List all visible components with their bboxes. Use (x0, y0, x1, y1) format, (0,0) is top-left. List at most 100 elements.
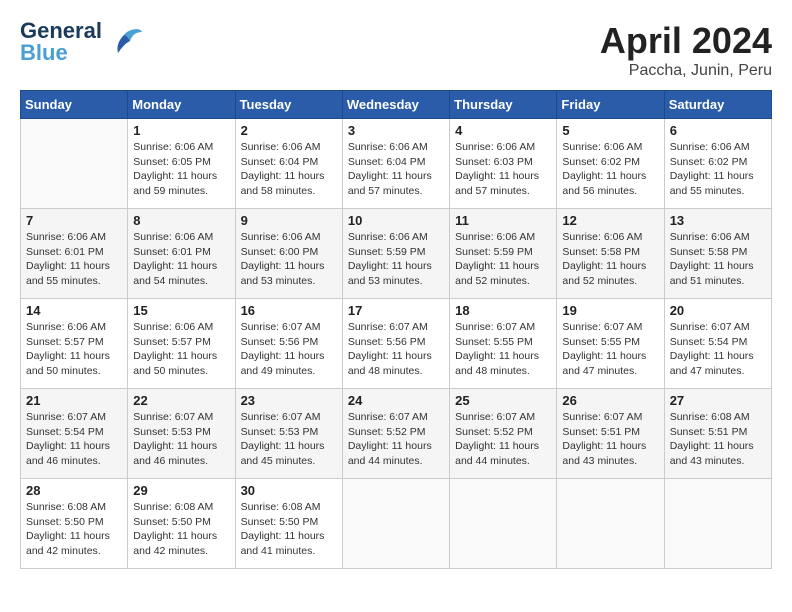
calendar-cell: 29Sunrise: 6:08 AM Sunset: 5:50 PM Dayli… (128, 479, 235, 569)
calendar-cell: 13 Sunrise: 6:06 AM Sunset: 5:58 PM Dayli… (664, 209, 771, 299)
calendar-cell: 5 Sunrise: 6:06 AM Sunset: 6:02 PM Daylig… (557, 119, 664, 209)
calendar-cell: 3 Sunrise: 6:06 AM Sunset: 6:04 PM Daylig… (342, 119, 449, 209)
day-number: 17 (348, 303, 444, 318)
calendar-cell: 6 Sunrise: 6:06 AM Sunset: 6:02 PM Daylig… (664, 119, 771, 209)
day-info: Sunrise: 6:06 AM Sunset: 6:04 PM Dayligh… (348, 140, 444, 199)
day-number: 13 (670, 213, 766, 228)
calendar-header-row: SundayMondayTuesdayWednesdayThursdayFrid… (21, 91, 772, 119)
day-info: Sunrise: 6:07 AM Sunset: 5:53 PM Dayligh… (133, 410, 229, 469)
day-number: 27 (670, 393, 766, 408)
day-number: 21 (26, 393, 122, 408)
calendar-week-row: 14Sunrise: 6:06 AM Sunset: 5:57 PM Dayli… (21, 299, 772, 389)
day-number: 16 (241, 303, 337, 318)
calendar-week-row: 21 Sunrise: 6:07 AM Sunset: 5:54 PM Dayli… (21, 389, 772, 479)
day-number: 20 (670, 303, 766, 318)
calendar-cell: 16 Sunrise: 6:07 AM Sunset: 5:56 PM Dayli… (235, 299, 342, 389)
day-info: Sunrise: 6:06 AM Sunset: 5:59 PM Dayligh… (348, 230, 444, 289)
calendar-cell: 4 Sunrise: 6:06 AM Sunset: 6:03 PM Daylig… (450, 119, 557, 209)
day-number: 12 (562, 213, 658, 228)
day-number: 19 (562, 303, 658, 318)
weekday-header: Friday (557, 91, 664, 119)
day-number: 25 (455, 393, 551, 408)
day-number: 11 (455, 213, 551, 228)
day-number: 4 (455, 123, 551, 138)
day-info: Sunrise: 6:06 AM Sunset: 6:01 PM Dayligh… (26, 230, 122, 289)
day-info: Sunrise: 6:07 AM Sunset: 5:55 PM Dayligh… (562, 320, 658, 379)
day-number: 23 (241, 393, 337, 408)
calendar-cell: 14Sunrise: 6:06 AM Sunset: 5:57 PM Dayli… (21, 299, 128, 389)
day-number: 7 (26, 213, 122, 228)
day-number: 24 (348, 393, 444, 408)
weekday-header: Saturday (664, 91, 771, 119)
weekday-header: Sunday (21, 91, 128, 119)
day-info: Sunrise: 6:07 AM Sunset: 5:52 PM Dayligh… (348, 410, 444, 469)
calendar-cell: 9 Sunrise: 6:06 AM Sunset: 6:00 PM Daylig… (235, 209, 342, 299)
day-number: 22 (133, 393, 229, 408)
calendar-cell: 23 Sunrise: 6:07 AM Sunset: 5:53 PM Dayli… (235, 389, 342, 479)
calendar-cell: 24 Sunrise: 6:07 AM Sunset: 5:52 PM Dayli… (342, 389, 449, 479)
calendar-cell: 25 Sunrise: 6:07 AM Sunset: 5:52 PM Dayli… (450, 389, 557, 479)
calendar-cell: 8 Sunrise: 6:06 AM Sunset: 6:01 PM Daylig… (128, 209, 235, 299)
day-number: 6 (670, 123, 766, 138)
day-number: 10 (348, 213, 444, 228)
calendar-cell: 26 Sunrise: 6:07 AM Sunset: 5:51 PM Dayli… (557, 389, 664, 479)
day-number: 2 (241, 123, 337, 138)
calendar-table: SundayMondayTuesdayWednesdayThursdayFrid… (20, 90, 772, 569)
day-info: Sunrise: 6:06 AM Sunset: 5:59 PM Dayligh… (455, 230, 551, 289)
day-info: Sunrise: 6:08 AM Sunset: 5:51 PM Dayligh… (670, 410, 766, 469)
day-info: Sunrise: 6:06 AM Sunset: 5:58 PM Dayligh… (562, 230, 658, 289)
day-info: Sunrise: 6:07 AM Sunset: 5:51 PM Dayligh… (562, 410, 658, 469)
logo-bird-icon (106, 27, 142, 57)
day-info: Sunrise: 6:06 AM Sunset: 6:03 PM Dayligh… (455, 140, 551, 199)
logo: General Blue (20, 20, 142, 64)
day-info: Sunrise: 6:06 AM Sunset: 5:58 PM Dayligh… (670, 230, 766, 289)
calendar-cell: 11 Sunrise: 6:06 AM Sunset: 5:59 PM Dayli… (450, 209, 557, 299)
day-number: 26 (562, 393, 658, 408)
day-info: Sunrise: 6:08 AM Sunset: 5:50 PM Dayligh… (26, 500, 122, 559)
calendar-cell: 1Sunrise: 6:06 AM Sunset: 6:05 PM Daylig… (128, 119, 235, 209)
day-info: Sunrise: 6:07 AM Sunset: 5:55 PM Dayligh… (455, 320, 551, 379)
day-number: 18 (455, 303, 551, 318)
day-info: Sunrise: 6:06 AM Sunset: 6:01 PM Dayligh… (133, 230, 229, 289)
logo-blue: Blue (20, 42, 102, 64)
page-header: General Blue April 2024 Paccha, Junin, P… (20, 20, 772, 80)
calendar-cell: 2 Sunrise: 6:06 AM Sunset: 6:04 PM Daylig… (235, 119, 342, 209)
day-info: Sunrise: 6:08 AM Sunset: 5:50 PM Dayligh… (241, 500, 337, 559)
weekday-header: Thursday (450, 91, 557, 119)
month-title: April 2024 (600, 20, 772, 62)
calendar-cell (664, 479, 771, 569)
day-number: 29 (133, 483, 229, 498)
day-number: 8 (133, 213, 229, 228)
logo-general: General (20, 20, 102, 42)
calendar-cell (342, 479, 449, 569)
day-info: Sunrise: 6:07 AM Sunset: 5:53 PM Dayligh… (241, 410, 337, 469)
day-number: 28 (26, 483, 122, 498)
calendar-cell (557, 479, 664, 569)
calendar-cell: 7 Sunrise: 6:06 AM Sunset: 6:01 PM Daylig… (21, 209, 128, 299)
calendar-week-row: 7 Sunrise: 6:06 AM Sunset: 6:01 PM Daylig… (21, 209, 772, 299)
day-number: 9 (241, 213, 337, 228)
day-number: 1 (133, 123, 229, 138)
day-info: Sunrise: 6:06 AM Sunset: 6:04 PM Dayligh… (241, 140, 337, 199)
calendar-cell: 28 Sunrise: 6:08 AM Sunset: 5:50 PM Dayli… (21, 479, 128, 569)
calendar-cell: 21 Sunrise: 6:07 AM Sunset: 5:54 PM Dayli… (21, 389, 128, 479)
day-info: Sunrise: 6:07 AM Sunset: 5:52 PM Dayligh… (455, 410, 551, 469)
calendar-cell: 20Sunrise: 6:07 AM Sunset: 5:54 PM Dayli… (664, 299, 771, 389)
day-info: Sunrise: 6:06 AM Sunset: 6:02 PM Dayligh… (562, 140, 658, 199)
day-info: Sunrise: 6:06 AM Sunset: 5:57 PM Dayligh… (26, 320, 122, 379)
day-info: Sunrise: 6:06 AM Sunset: 6:02 PM Dayligh… (670, 140, 766, 199)
calendar-cell: 30Sunrise: 6:08 AM Sunset: 5:50 PM Dayli… (235, 479, 342, 569)
day-number: 5 (562, 123, 658, 138)
title-area: April 2024 Paccha, Junin, Peru (600, 20, 772, 80)
day-info: Sunrise: 6:06 AM Sunset: 5:57 PM Dayligh… (133, 320, 229, 379)
calendar-cell (21, 119, 128, 209)
day-info: Sunrise: 6:07 AM Sunset: 5:56 PM Dayligh… (241, 320, 337, 379)
day-number: 15 (133, 303, 229, 318)
calendar-cell: 12 Sunrise: 6:06 AM Sunset: 5:58 PM Dayli… (557, 209, 664, 299)
day-number: 3 (348, 123, 444, 138)
calendar-cell: 10 Sunrise: 6:06 AM Sunset: 5:59 PM Dayli… (342, 209, 449, 299)
day-info: Sunrise: 6:07 AM Sunset: 5:54 PM Dayligh… (26, 410, 122, 469)
calendar-week-row: 28 Sunrise: 6:08 AM Sunset: 5:50 PM Dayli… (21, 479, 772, 569)
calendar-cell (450, 479, 557, 569)
day-info: Sunrise: 6:06 AM Sunset: 6:00 PM Dayligh… (241, 230, 337, 289)
